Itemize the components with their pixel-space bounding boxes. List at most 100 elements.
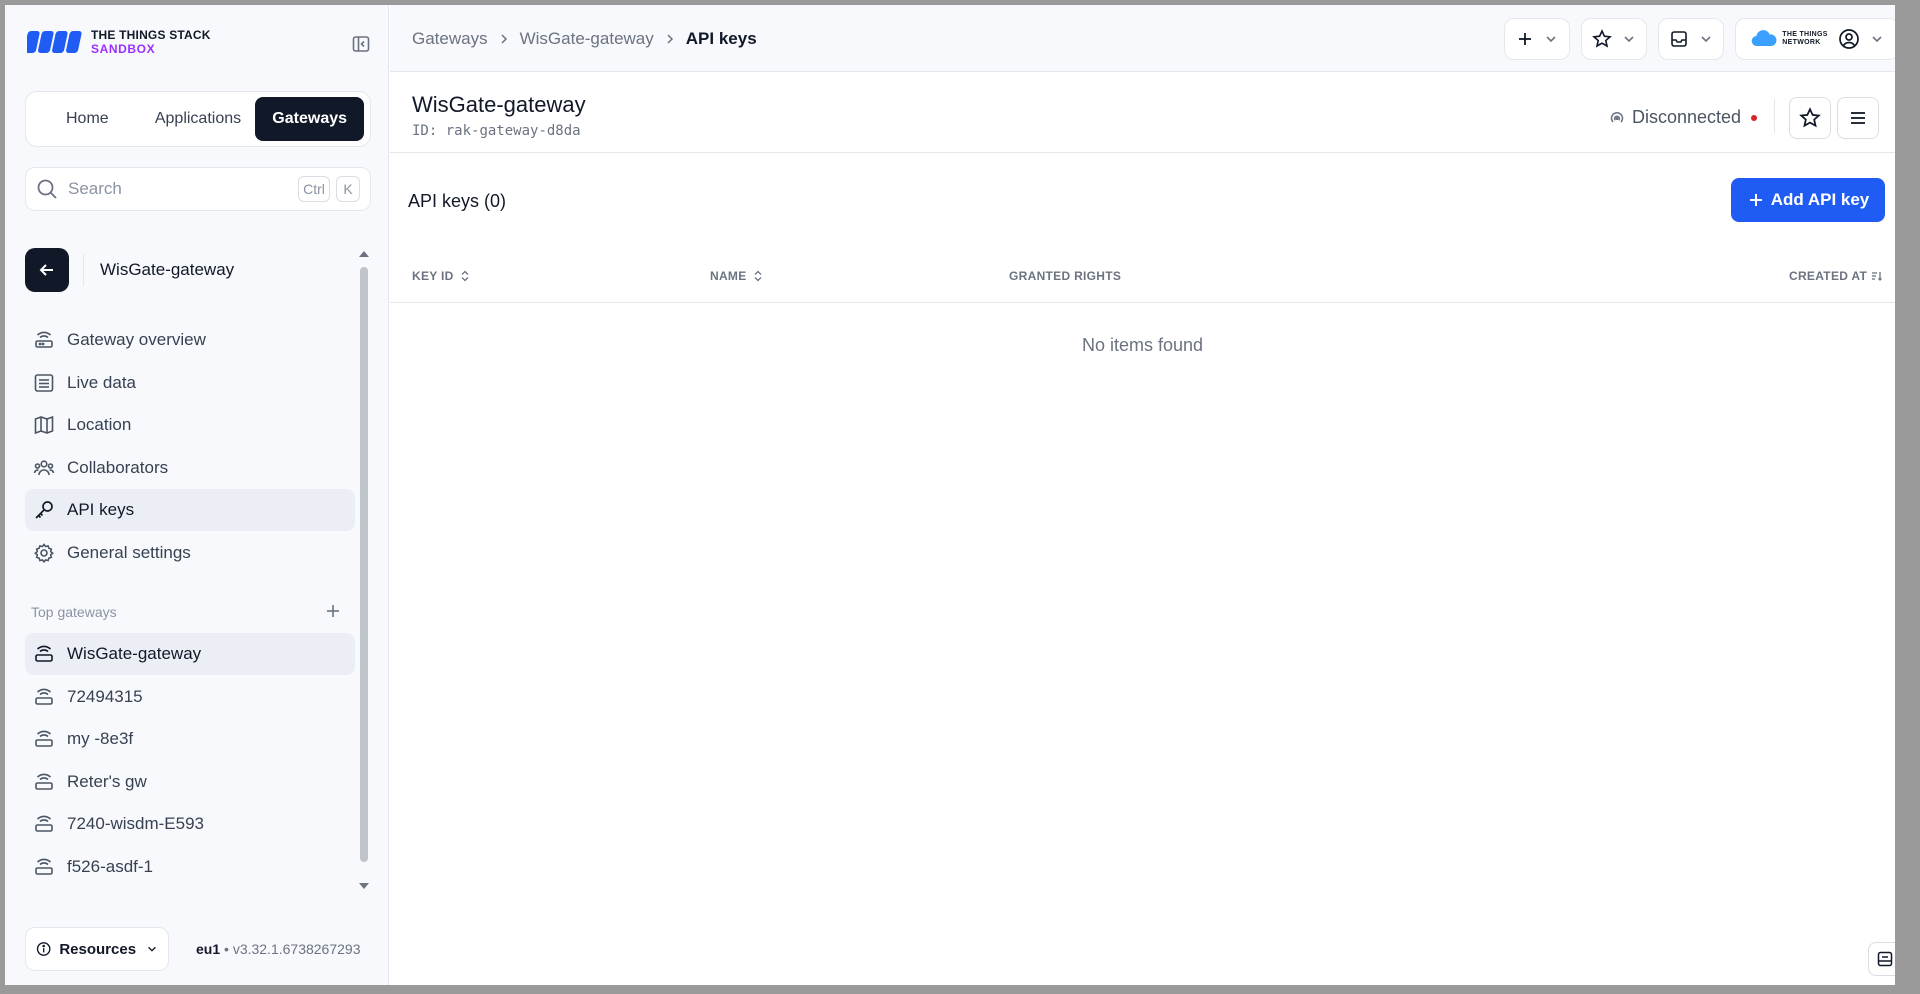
gateway-name: f526-asdf-1 <box>67 856 153 876</box>
column-created-at[interactable]: CREATED AT <box>1789 269 1883 283</box>
chevron-down-icon <box>1624 36 1634 43</box>
router-icon <box>33 329 55 351</box>
network-logo-line-1: THE THINGS <box>1782 31 1828 38</box>
chevron-right-icon <box>498 33 510 45</box>
account-dropdown-button[interactable]: THE THINGS NETWORK <box>1735 18 1895 60</box>
gateway-header: WisGate-gateway ID: rak-gateway-d8da Dis… <box>390 73 1895 153</box>
sidebar-item-live-data[interactable]: Live data <box>25 362 355 404</box>
network-logo-line-2: NETWORK <box>1782 39 1821 46</box>
hamburger-icon <box>1851 112 1865 124</box>
main-content: Gateways WisGate-gateway API keys THE TH… <box>390 5 1895 985</box>
back-button[interactable] <box>25 248 69 292</box>
status-text: Disconnected <box>1632 107 1742 127</box>
sidebar-footer: Resources eu1 • v3.32.1.6738267293 <box>25 927 375 971</box>
map-icon <box>33 414 55 436</box>
top-bar: Gateways WisGate-gateway API keys THE TH… <box>390 5 1895 72</box>
top-gateways-list: WisGate-gateway 72494315 my -8e3f Reter'… <box>25 633 355 888</box>
column-label: NAME <box>710 269 747 283</box>
sort-descending-icon <box>1872 272 1883 281</box>
entity-name: WisGate-gateway <box>100 260 235 279</box>
sidebar-item-general-settings[interactable]: General settings <box>25 532 355 574</box>
status-badge <box>1751 114 1758 121</box>
router-icon <box>33 686 55 708</box>
list-item[interactable]: f526-asdf-1 <box>25 846 355 888</box>
column-label: GRANTED RIGHTS <box>1009 269 1122 283</box>
sidebar-item-collaborators[interactable]: Collaborators <box>25 447 355 489</box>
chevron-down-icon <box>1701 36 1711 43</box>
cluster-name: eu1 <box>196 941 221 957</box>
resources-label: Resources <box>59 940 137 958</box>
router-icon <box>33 813 55 835</box>
scroll-down-icon[interactable] <box>358 881 370 891</box>
add-api-key-label: Add API key <box>1770 190 1870 209</box>
collapse-sidebar-icon[interactable] <box>351 34 371 54</box>
column-key-id[interactable]: KEY ID <box>412 269 470 283</box>
breadcrumb-gateway[interactable]: WisGate-gateway <box>520 29 654 49</box>
nav-home[interactable]: Home <box>32 97 143 141</box>
gateway-menu: Gateway overview Live data Location Coll… <box>25 319 355 574</box>
breadcrumb-gateways[interactable]: Gateways <box>412 29 488 49</box>
gateway-name: 72494315 <box>67 686 143 706</box>
gateway-name: my -8e3f <box>67 729 134 748</box>
sidebar-item-label: API keys <box>67 500 135 519</box>
network-logo: THE THINGS NETWORK <box>1750 30 1827 48</box>
toggle-panel-button[interactable] <box>1868 942 1895 976</box>
sidebar-scroll-thumb[interactable] <box>360 267 368 862</box>
add-gateway-plus-icon[interactable] <box>323 601 343 621</box>
breadcrumb: Gateways WisGate-gateway API keys <box>412 29 757 49</box>
connection-status: Disconnected <box>1608 107 1758 128</box>
brand-logo[interactable]: THE THINGS STACK SANDBOX <box>27 27 211 57</box>
search-icon <box>37 179 57 199</box>
star-icon <box>1799 107 1821 128</box>
inbox-dropdown-button[interactable] <box>1658 18 1724 60</box>
nav-gateways[interactable]: Gateways <box>255 97 364 141</box>
column-granted-rights: GRANTED RIGHTS <box>1009 269 1121 283</box>
sidebar-item-gateway-overview[interactable]: Gateway overview <box>25 319 355 361</box>
list-item[interactable]: 72494315 <box>25 676 355 718</box>
chevron-down-icon <box>1872 36 1882 43</box>
list-item[interactable]: WisGate-gateway <box>25 633 355 675</box>
list-item[interactable]: 7240-wisdm-E593 <box>25 803 355 845</box>
signal-icon <box>1610 111 1624 123</box>
brand-line-2: SANDBOX <box>91 42 156 56</box>
chevron-down-icon <box>148 946 156 952</box>
panel-icon <box>1877 951 1893 967</box>
scroll-up-icon[interactable] <box>358 249 370 259</box>
list-item[interactable]: my -8e3f <box>25 718 355 760</box>
resources-button[interactable]: Resources <box>25 927 169 971</box>
search-input[interactable]: Search Ctrl K <box>25 167 371 211</box>
users-icon <box>33 457 55 479</box>
sidebar-item-label: Location <box>67 415 132 434</box>
header-divider <box>1774 99 1775 133</box>
column-label: CREATED AT <box>1789 269 1868 283</box>
bookmarks-dropdown-button[interactable] <box>1581 18 1647 60</box>
plus-icon <box>1519 33 1531 45</box>
breadcrumb-current: API keys <box>685 29 757 48</box>
bookmark-button[interactable] <box>1789 97 1831 139</box>
stack-version: v3.32.1.6738267293 <box>232 941 361 957</box>
add-dropdown-button[interactable] <box>1504 18 1570 60</box>
menu-button[interactable] <box>1837 97 1879 139</box>
user-avatar-icon <box>1838 29 1859 49</box>
gateway-name: Reter's gw <box>67 771 147 791</box>
nav-applications[interactable]: Applications <box>143 97 254 141</box>
sidebar-item-label: Gateway overview <box>67 330 206 349</box>
star-icon <box>1592 29 1612 48</box>
sidebar-item-api-keys[interactable]: API keys <box>25 489 355 531</box>
list-item[interactable]: Reter's gw <box>25 761 355 803</box>
shortcut-k: K <box>336 176 360 202</box>
chevron-right-icon <box>664 33 676 45</box>
key-icon <box>33 499 55 521</box>
empty-state: No items found <box>1081 335 1204 355</box>
sidebar-item-location[interactable]: Location <box>25 404 355 446</box>
page-title: WisGate-gateway <box>412 92 586 117</box>
column-name[interactable]: NAME <box>710 269 763 283</box>
router-icon <box>33 771 55 793</box>
inbox-icon <box>1671 31 1687 47</box>
app-window: THE THINGS STACK SANDBOX Home Applicatio… <box>5 5 1895 985</box>
gateway-name: 7240-wisdm-E593 <box>67 814 205 833</box>
gateway-name: WisGate-gateway <box>67 644 202 663</box>
list-icon <box>33 372 55 394</box>
add-api-key-button[interactable]: Add API key <box>1731 178 1885 222</box>
info-icon <box>36 942 51 956</box>
